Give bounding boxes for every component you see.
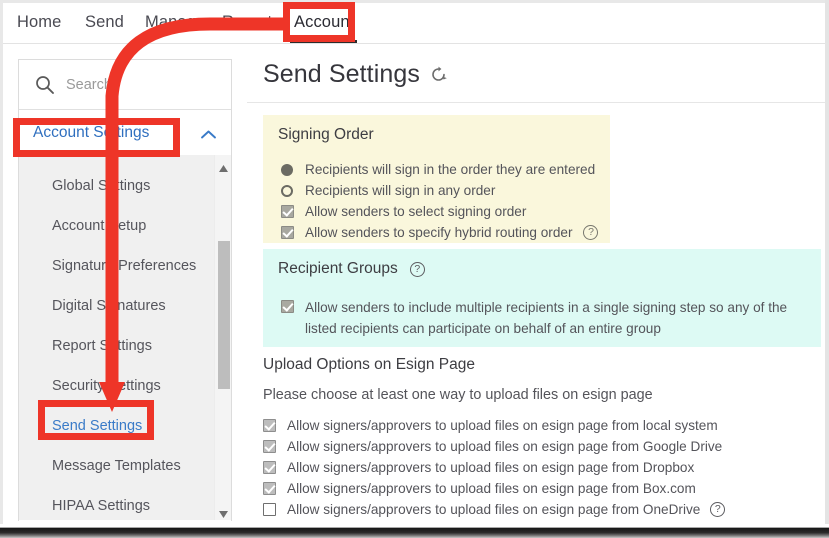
- annotation-box-account-tab: [283, 2, 355, 42]
- annotation-box-account-settings: [13, 118, 180, 157]
- annotation-layer: [99, 17, 284, 412]
- annotation-box-send-settings: [38, 400, 154, 440]
- window-frame-bottom: [0, 524, 829, 538]
- app-window: Home Send Manage Reports Account Search …: [0, 0, 829, 538]
